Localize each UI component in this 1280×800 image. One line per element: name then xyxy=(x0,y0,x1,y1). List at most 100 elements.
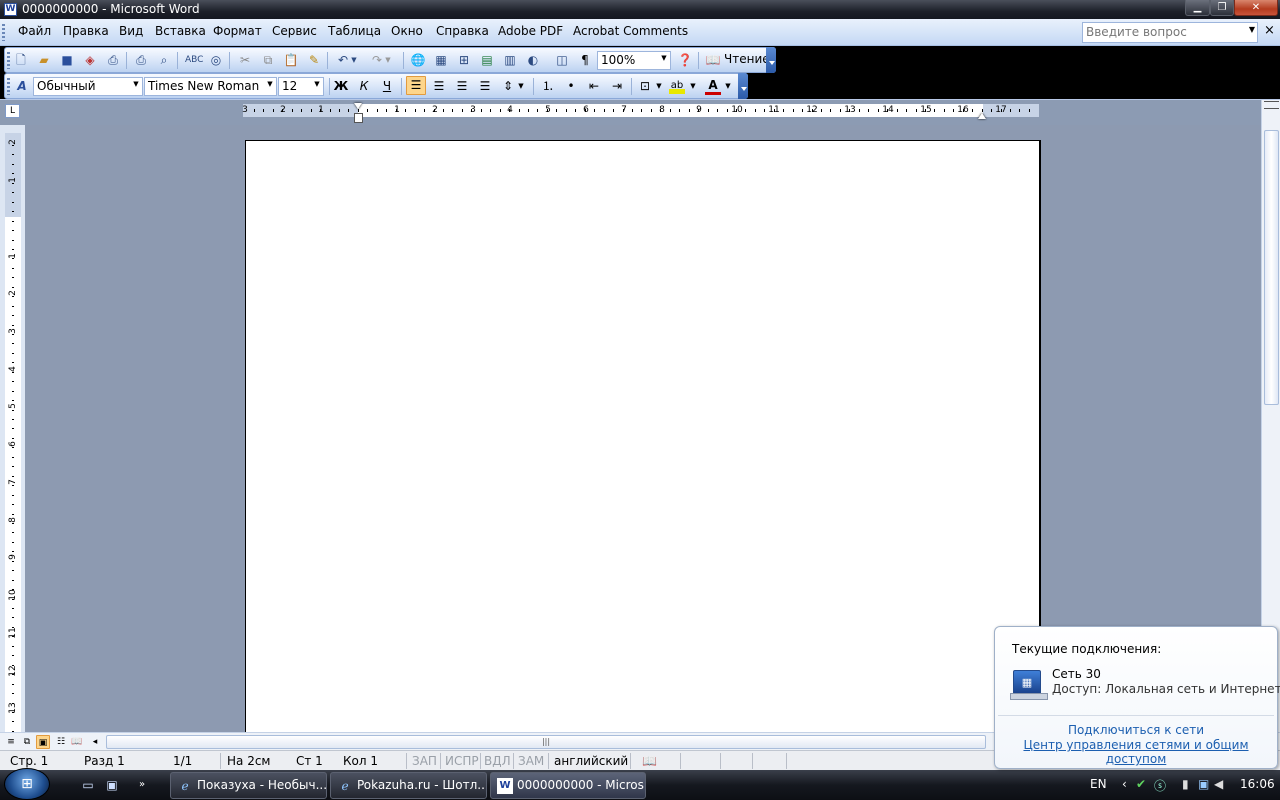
redo-icon[interactable]: ↷ xyxy=(369,52,385,68)
horizontal-ruler[interactable]: 3 2 1 1 2 3 4 5 6 7 8 9 10 11 12 13 14 1… xyxy=(0,100,1261,125)
scroll-thumb[interactable] xyxy=(1264,130,1279,405)
document-map-icon[interactable]: ◫ xyxy=(554,52,570,68)
skype-icon[interactable]: ⓢ xyxy=(1154,777,1166,794)
volume-icon[interactable]: ◀ xyxy=(1214,777,1223,791)
font-size-select[interactable]: 12 ▼ xyxy=(278,77,324,96)
toolbar-options-button[interactable] xyxy=(738,73,748,99)
open-icon[interactable]: ▰ xyxy=(36,52,52,68)
menu-insert[interactable]: Вставка xyxy=(155,24,206,38)
tables-borders-icon[interactable]: ▦ xyxy=(433,52,449,68)
right-indent-marker[interactable] xyxy=(978,109,986,119)
zoom-select[interactable]: 100% ▼ xyxy=(597,51,671,70)
align-right-button[interactable]: ☰ xyxy=(454,78,470,94)
normal-view-icon[interactable]: ≡ xyxy=(4,735,18,749)
chevron-down-icon[interactable]: ▼ xyxy=(265,80,275,88)
chevron-down-icon[interactable]: ▼ xyxy=(312,80,322,88)
network-balloon[interactable]: Текущие подключения: ▦ Сеть 30 Доступ: Л… xyxy=(994,626,1280,769)
status-ext[interactable]: ВДЛ xyxy=(484,754,511,768)
new-icon[interactable]: 🗋 xyxy=(13,52,29,68)
research-icon[interactable]: ◎ xyxy=(208,52,224,68)
menu-help[interactable]: Справка xyxy=(436,24,489,38)
quicklaunch-overflow-icon[interactable]: » xyxy=(134,777,150,793)
italic-button[interactable]: К xyxy=(356,78,372,94)
print-pdf-icon[interactable]: ⎙ xyxy=(105,52,121,68)
tab-selector[interactable]: L xyxy=(5,104,20,118)
connect-to-network-link[interactable]: Подключиться к сети xyxy=(995,723,1277,737)
taskbar-item[interactable]: ℯ Показуха - Необыч... xyxy=(170,772,327,799)
spelling-status-icon[interactable]: 📖 xyxy=(642,754,657,768)
menu-view[interactable]: Вид xyxy=(119,24,143,38)
status-rec[interactable]: ЗАП xyxy=(412,754,437,768)
split-box[interactable] xyxy=(1264,101,1279,109)
print-icon[interactable]: ⎙ xyxy=(133,52,149,68)
underline-button[interactable]: Ч xyxy=(379,78,395,94)
show-hide-button[interactable]: ¶ xyxy=(577,52,593,68)
decrease-indent-icon[interactable]: ⇤ xyxy=(586,78,602,94)
print-preview-icon[interactable]: ⌕ xyxy=(156,52,172,68)
reading-layout-icon[interactable]: 📖 xyxy=(705,52,721,68)
highlight-dropdown-icon[interactable]: ▼ xyxy=(689,78,697,94)
menu-adobe-pdf[interactable]: Adobe PDF xyxy=(498,24,563,38)
borders-dropdown-icon[interactable]: ▼ xyxy=(655,78,663,94)
print-layout-icon[interactable]: ▣ xyxy=(36,735,50,749)
close-document-button[interactable]: × xyxy=(1264,23,1275,38)
toolbar-options-button[interactable] xyxy=(766,47,776,73)
show-desktop-icon[interactable]: ▭ xyxy=(80,777,96,793)
bold-button[interactable]: Ж xyxy=(333,78,349,94)
network-center-link[interactable]: Центр управления сетями и общим доступом xyxy=(995,738,1277,766)
ask-question-input[interactable]: Введите вопрос ▼ xyxy=(1082,22,1258,43)
format-painter-icon[interactable]: ✎ xyxy=(306,52,322,68)
clock[interactable]: 16:06 xyxy=(1240,777,1275,791)
menu-grip[interactable] xyxy=(2,24,5,41)
menu-format[interactable]: Формат xyxy=(213,24,262,38)
line-spacing-dropdown-icon[interactable]: ▼ xyxy=(517,78,525,94)
word-app-icon[interactable]: W xyxy=(4,3,17,16)
tray-expand-icon[interactable]: ‹ xyxy=(1122,777,1127,791)
menu-table[interactable]: Таблица xyxy=(328,24,381,38)
font-color-dropdown-icon[interactable]: ▼ xyxy=(724,78,732,94)
outline-view-icon[interactable]: ☷ xyxy=(54,735,68,749)
network-icon[interactable]: ▣ xyxy=(1198,777,1209,791)
font-color-icon[interactable]: A xyxy=(705,78,721,95)
hscroll-thumb[interactable]: ||| xyxy=(106,735,986,749)
antivirus-icon[interactable]: ✔ xyxy=(1136,777,1146,791)
close-button[interactable]: ✕ xyxy=(1234,0,1278,16)
menu-tools[interactable]: Сервис xyxy=(272,24,317,38)
highlight-icon[interactable]: ab xyxy=(669,78,685,94)
menu-window[interactable]: Окно xyxy=(391,24,423,38)
save-icon[interactable]: ■ xyxy=(59,52,75,68)
copy-icon[interactable]: ⧉ xyxy=(260,52,276,68)
status-language[interactable]: английский xyxy=(554,754,628,768)
styles-formatting-icon[interactable]: A xyxy=(14,78,30,94)
chevron-down-icon[interactable]: ▼ xyxy=(659,54,669,62)
restore-button[interactable]: ❐ xyxy=(1210,0,1234,16)
menu-file[interactable]: Файл xyxy=(18,24,51,38)
insert-excel-icon[interactable]: ▤ xyxy=(479,52,495,68)
left-indent-marker[interactable] xyxy=(354,113,363,123)
taskbar-item[interactable]: ℯ Pokazuha.ru - Шотл... xyxy=(330,772,487,799)
align-center-button[interactable]: ☰ xyxy=(431,78,447,94)
status-trk[interactable]: ИСПР xyxy=(445,754,479,768)
justify-button[interactable]: ☰ xyxy=(477,78,493,94)
chevron-down-icon[interactable]: ▼ xyxy=(131,80,141,88)
increase-indent-icon[interactable]: ⇥ xyxy=(609,78,625,94)
style-select[interactable]: Обычный ▼ xyxy=(33,77,143,96)
align-left-button[interactable]: ☰ xyxy=(406,76,426,95)
numbering-icon[interactable]: ⒈ xyxy=(540,78,556,94)
menu-edit[interactable]: Правка xyxy=(63,24,109,38)
chevron-down-icon[interactable]: ▼ xyxy=(1249,25,1255,34)
cut-icon[interactable]: ✂ xyxy=(237,52,253,68)
font-select[interactable]: Times New Roman ▼ xyxy=(144,77,277,96)
reading-view-icon[interactable]: 📖 xyxy=(70,735,84,749)
menu-acrobat-comments[interactable]: Acrobat Comments xyxy=(573,24,688,38)
bullets-icon[interactable]: • xyxy=(563,78,579,94)
undo-icon[interactable]: ↶ xyxy=(335,52,351,68)
paste-icon[interactable]: 📋 xyxy=(283,52,299,68)
status-ovr[interactable]: ЗАМ xyxy=(518,754,544,768)
switch-windows-icon[interactable]: ▣ xyxy=(104,777,120,793)
start-button[interactable]: ⊞ xyxy=(4,768,50,800)
vertical-ruler[interactable]: 2 1 1 2 3 4 5 6 7 8 9 10 11 12 13 xyxy=(5,133,21,733)
first-line-indent-marker[interactable] xyxy=(354,103,362,113)
undo-dropdown-icon[interactable]: ▼ xyxy=(350,52,358,68)
language-indicator[interactable]: EN xyxy=(1090,777,1107,791)
